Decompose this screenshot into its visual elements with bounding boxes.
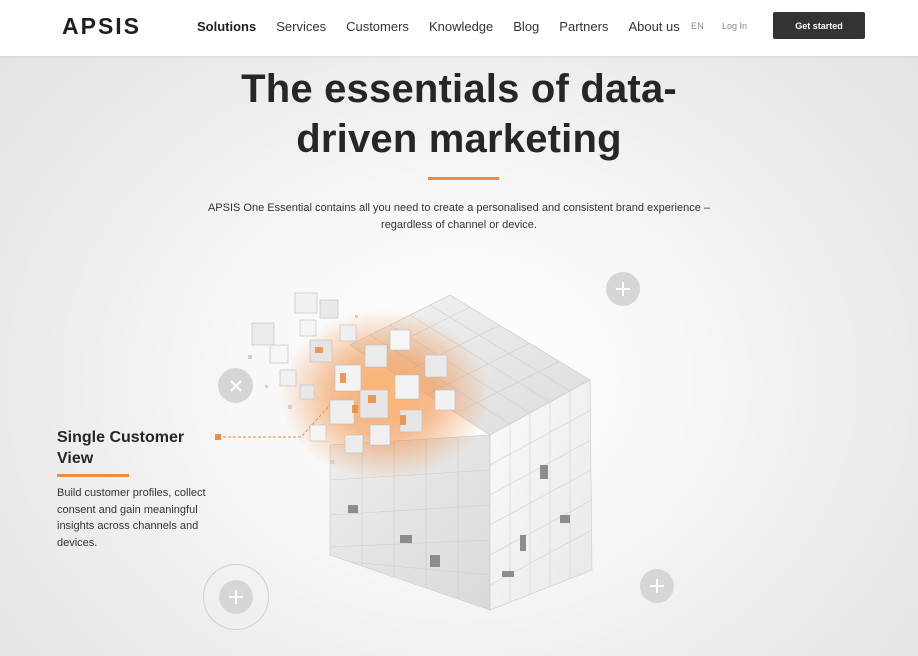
nav-link-blog[interactable]: Blog [513,19,539,35]
language-selector[interactable]: EN [691,21,704,31]
plus-icon [616,282,630,296]
hero-title: The essentials of data- driven marketing [159,64,759,164]
hero-subtitle: APSIS One Essential contains all you nee… [180,200,738,234]
get-started-button[interactable]: Get started [773,12,865,39]
plus-icon [650,579,664,593]
hero-title-line-1: The essentials of data- [241,67,677,111]
hero-title-line-2: driven marketing [296,117,622,161]
nav-link-knowledge[interactable]: Knowledge [429,19,493,35]
hotspot-close-button[interactable] [218,368,253,403]
nav-link-about-us[interactable]: About us [628,19,679,35]
apsis-logo[interactable]: APSIS [62,15,166,37]
nav-link-solutions[interactable]: Solutions [197,19,256,35]
hotspot-plus-button-top-right[interactable] [606,272,640,306]
hero-accent-divider [428,177,499,180]
hero-subtitle-line-2: regardless of channel or device. [381,219,537,231]
feature-title: Single Customer View [57,429,185,467]
feature-description: Build customer profiles, collect consent… [57,487,206,549]
feature-accent-divider [57,474,129,477]
login-link[interactable]: Log In [722,21,747,31]
hotspot-plus-button-bottom-right[interactable] [640,569,674,603]
hero-subtitle-line-1: APSIS One Essential contains all you nee… [207,202,711,214]
data-cube-illustration [248,292,593,611]
svg-text:APSIS: APSIS [62,15,141,37]
main-menu: Solutions Services Customers Knowledge B… [197,19,700,35]
hotspot-plus-button-bottom-left[interactable] [219,580,253,614]
plus-icon [229,590,243,604]
nav-link-customers[interactable]: Customers [346,19,409,35]
close-icon [229,379,242,392]
top-navigation: APSIS Solutions Services Customers Knowl… [0,0,918,56]
nav-link-services[interactable]: Services [276,19,326,35]
nav-link-partners[interactable]: Partners [559,19,608,35]
